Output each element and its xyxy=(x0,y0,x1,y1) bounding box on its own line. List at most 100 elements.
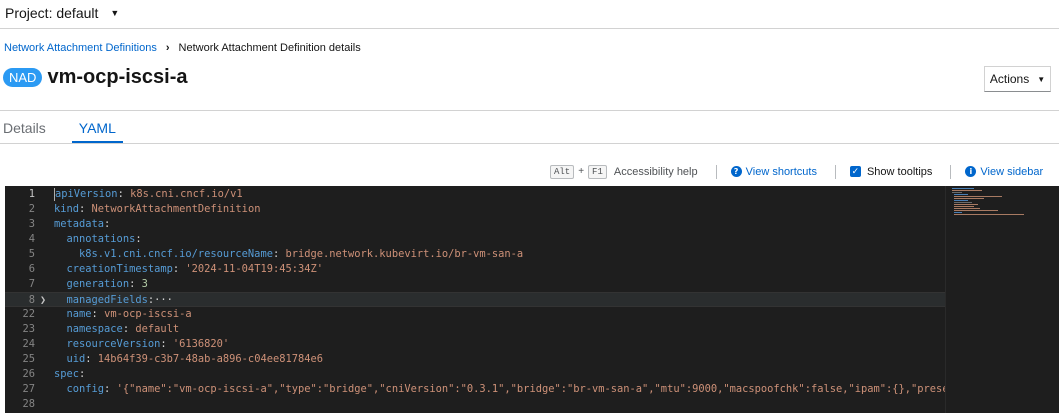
code-token: name xyxy=(54,308,92,320)
info-circle-icon: i xyxy=(965,166,977,177)
breadcrumb: Network Attachment Definitions › Network… xyxy=(4,42,361,54)
project-selector-label: Project: default xyxy=(5,4,99,21)
code-line[interactable]: 7 generation: 3 xyxy=(5,277,945,292)
code-token: 14b64f39-c3b7-48ab-a896-c04ee81784e6 xyxy=(97,353,324,365)
code-token: creationTimestamp xyxy=(54,263,173,275)
line-number: 6 xyxy=(28,263,35,275)
minimap-line xyxy=(954,202,972,203)
code-token: 3 xyxy=(141,278,148,290)
minimap-line xyxy=(954,204,978,205)
minimap-line xyxy=(954,206,974,207)
code-text: generation: 3 xyxy=(54,277,148,292)
toolbar-separator xyxy=(834,164,836,179)
code-token: : xyxy=(79,203,92,215)
minimap-line xyxy=(954,198,984,199)
minimap-line xyxy=(954,196,1002,197)
code-line[interactable]: 22 name: vm-ocp-iscsi-a xyxy=(5,307,945,322)
code-line[interactable]: 27 config: '{"name":"vm-ocp-iscsi-a","ty… xyxy=(5,382,979,397)
view-shortcuts-button[interactable]: ? View shortcuts xyxy=(730,166,817,178)
line-number: 3 xyxy=(28,218,35,230)
show-tooltips-checkbox[interactable]: ✓ xyxy=(849,166,861,177)
code-token: managedFields xyxy=(54,294,148,306)
code-text: creationTimestamp: '2024-11-04T19:45:34Z… xyxy=(54,262,324,277)
caret-down-icon: ▼ xyxy=(110,7,120,18)
tab-yaml[interactable]: YAML xyxy=(71,111,123,144)
code-token: k8s.v1.cni.cncf.io/resourceName xyxy=(54,248,273,260)
code-line[interactable]: 26 spec: xyxy=(5,367,945,382)
code-token: config xyxy=(54,383,105,395)
show-tooltips-toggle[interactable]: ✓ Show tooltips xyxy=(849,165,933,178)
code-token: : xyxy=(117,188,131,200)
code-token: vm-ocp-iscsi-a xyxy=(104,308,192,320)
minimap-line xyxy=(954,210,998,211)
code-text: k8s.v1.cni.cncf.io/resourceName: bridge.… xyxy=(54,247,523,262)
code-line[interactable]: 2 kind: NetworkAttachmentDefinition xyxy=(5,202,945,217)
code-token: uid xyxy=(54,353,86,365)
line-number: 23 xyxy=(22,323,35,335)
code-line[interactable]: 28 xyxy=(5,397,945,412)
code-line[interactable]: 4 annotations: xyxy=(5,232,945,247)
toolbar-separator xyxy=(950,164,952,179)
code-text: metadata: xyxy=(54,217,110,232)
code-line[interactable]: 25 uid: 14b64f39-c3b7-48ab-a896-c04ee817… xyxy=(5,352,945,367)
project-selector[interactable]: Project: default ▼ xyxy=(0,0,1059,25)
editor-minimap[interactable] xyxy=(945,186,1059,413)
code-token: : xyxy=(272,248,286,260)
yaml-editor[interactable]: 1 apiVersion: k8s.cni.cncf.io/v1 2 kind: Ne… xyxy=(5,186,1059,413)
code-token: k8s.cni.cncf.io/v1 xyxy=(130,188,243,200)
code-token: generation xyxy=(54,278,130,290)
code-line[interactable]: 5 k8s.v1.cni.cncf.io/resourceName: bridg… xyxy=(5,247,945,262)
actions-button[interactable]: Actions ▼ xyxy=(984,66,1051,92)
code-token: default xyxy=(135,323,180,335)
code-token: : xyxy=(104,383,117,395)
alt-key: Alt xyxy=(550,164,575,179)
tabs-divider xyxy=(0,143,1059,144)
tab-details[interactable]: Details xyxy=(0,111,49,144)
code-line[interactable]: 8 ❯ managedFields:··· xyxy=(5,292,945,307)
code-token: resourceVersion xyxy=(54,338,161,350)
minimap-line xyxy=(954,194,968,195)
breadcrumb-nad-list-link[interactable]: Network Attachment Definitions xyxy=(4,42,157,54)
code-token: NetworkAttachmentDefinition xyxy=(91,203,261,215)
chevron-right-icon: › xyxy=(165,42,170,54)
code-text: apiVersion: k8s.cni.cncf.io/v1 xyxy=(54,187,243,202)
code-text: name: vm-ocp-iscsi-a xyxy=(54,307,192,322)
view-sidebar-label: View sidebar xyxy=(980,165,1044,178)
editor-toolbar: Alt + F1 Accessibility help ? View short… xyxy=(550,163,1043,180)
minimap-line xyxy=(954,200,968,201)
code-line[interactable]: 1 apiVersion: k8s.cni.cncf.io/v1 xyxy=(5,187,945,202)
caret-down-icon: ▼ xyxy=(1037,74,1046,84)
page-title: vm-ocp-iscsi-a xyxy=(47,66,188,88)
tab-bar: Details YAML xyxy=(0,111,146,144)
code-token: apiVersion xyxy=(55,188,118,200)
f1-key: F1 xyxy=(588,164,607,179)
chevron-right-icon[interactable]: ❯ xyxy=(40,293,46,308)
title-divider xyxy=(0,110,1059,111)
code-token: '2024-11-04T19:45:34Z' xyxy=(185,263,324,275)
code-token: : xyxy=(129,278,142,290)
show-tooltips-label: Show tooltips xyxy=(866,165,933,178)
key-plus: + xyxy=(578,166,585,177)
code-token: : xyxy=(122,323,136,335)
page-title-row: NAD vm-ocp-iscsi-a xyxy=(3,66,188,89)
code-line[interactable]: 6 creationTimestamp: '2024-11-04T19:45:3… xyxy=(5,262,945,277)
code-text: namespace: default xyxy=(54,322,180,337)
line-number: 28 xyxy=(22,398,35,410)
code-line[interactable]: 23 namespace: default xyxy=(5,322,945,337)
line-number: 7 xyxy=(28,278,35,290)
code-line[interactable]: 24 resourceVersion: '6136820' xyxy=(5,337,945,352)
header-divider xyxy=(0,28,1059,29)
code-token: annotations xyxy=(54,233,136,245)
code-line[interactable]: 3 metadata: xyxy=(5,217,945,232)
code-token: metadata xyxy=(54,218,105,230)
code-text: spec: xyxy=(54,367,85,382)
minimap-line xyxy=(952,192,962,193)
code-token: bridge.network.kubevirt.io/br-vm-san-a xyxy=(285,248,524,260)
code-token: : xyxy=(172,263,186,275)
view-sidebar-button[interactable]: i View sidebar xyxy=(965,166,1043,178)
minimap-line xyxy=(954,212,962,213)
line-number: 26 xyxy=(22,368,35,380)
code-text: kind: NetworkAttachmentDefinition xyxy=(54,202,260,217)
actions-label: Actions xyxy=(989,72,1030,86)
code-token: : xyxy=(104,218,111,230)
